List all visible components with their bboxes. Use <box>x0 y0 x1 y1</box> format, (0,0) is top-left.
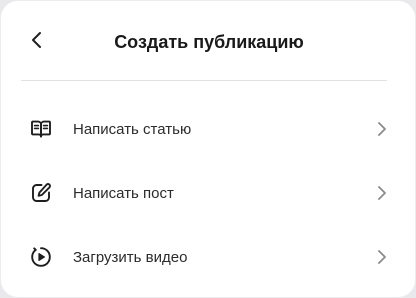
video-play-icon <box>29 245 53 269</box>
menu-item-label: Написать пост <box>73 184 174 202</box>
menu-item-write-article[interactable]: Написать статью <box>1 97 416 161</box>
sheet-header: Создать публикацию <box>1 1 416 81</box>
menu-item-write-post[interactable]: Написать пост <box>1 161 416 225</box>
create-post-sheet: Создать публикацию Написать статью Напис… <box>0 0 416 298</box>
create-options-list: Написать статью Написать пост Загрузить … <box>1 97 416 289</box>
menu-item-label: Написать статью <box>73 120 192 138</box>
chevron-right-icon <box>375 120 389 138</box>
header-divider <box>21 80 387 81</box>
chevron-right-icon <box>375 184 389 202</box>
chevron-right-icon <box>375 248 389 266</box>
pen-edit-icon <box>29 181 53 205</box>
page-title: Создать публикацию <box>114 32 304 52</box>
menu-item-label: Загрузить видео <box>73 248 188 266</box>
open-book-icon <box>29 117 53 141</box>
menu-item-upload-video[interactable]: Загрузить видео <box>1 225 416 289</box>
